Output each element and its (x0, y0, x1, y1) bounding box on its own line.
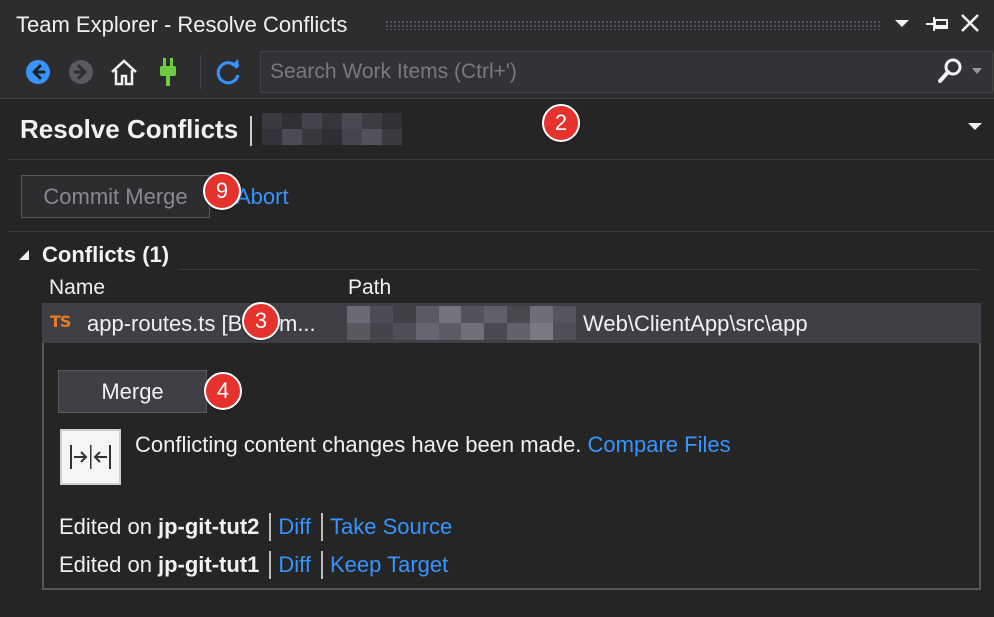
divider (8, 159, 994, 160)
edit-row-target: Edited on jp-git-tut1 Diff Keep Target (59, 551, 448, 579)
page-title: Resolve Conflicts (20, 114, 239, 144)
redacted-path-prefix (347, 306, 576, 340)
toolbar-separator (200, 55, 201, 89)
search-input[interactable] (261, 52, 921, 92)
search-options-chevron-icon[interactable] (970, 64, 984, 78)
compare-files-link[interactable]: Compare Files (588, 432, 731, 457)
title-grip[interactable] (385, 20, 880, 30)
edit-row-source: Edited on jp-git-tut2 Diff Take Source (59, 513, 452, 541)
callout-badge-2: 2 (542, 104, 580, 142)
abort-link[interactable]: Abort (236, 184, 289, 210)
divider (0, 98, 994, 99)
refresh-icon[interactable] (214, 55, 244, 89)
column-header-path[interactable]: Path (348, 276, 391, 300)
separator (269, 513, 272, 541)
separator (269, 551, 272, 579)
merge-conflict-icon (60, 429, 121, 485)
back-arrow-icon[interactable] (23, 55, 53, 89)
close-icon[interactable] (957, 10, 983, 36)
divider (8, 231, 994, 232)
redacted-repository-name (262, 113, 402, 145)
edited-on-label: Edited on (59, 514, 152, 539)
merge-button[interactable]: Merge (58, 370, 207, 413)
commit-merge-button[interactable]: Commit Merge (21, 175, 210, 218)
edited-on-label: Edited on (59, 552, 152, 577)
divider (178, 269, 980, 270)
separator (320, 513, 323, 541)
callout-badge-9: 9 (203, 172, 241, 210)
column-header-name[interactable]: Name (49, 276, 105, 300)
typescript-file-icon: TS (50, 312, 71, 331)
conflict-file-name[interactable]: app-routes.ts [Both m... (87, 311, 316, 337)
title-separator (250, 116, 252, 146)
window-dropdown-icon[interactable] (891, 10, 913, 36)
window-title: Team Explorer - Resolve Conflicts (16, 12, 348, 37)
separator (320, 551, 323, 579)
page-menu-chevron-icon[interactable] (965, 118, 985, 134)
collapse-triangle-icon[interactable] (17, 248, 31, 262)
target-branch-name: jp-git-tut1 (157, 552, 260, 577)
conflict-message-text: Conflicting content changes have been ma… (135, 432, 582, 457)
conflict-message: Conflicting content changes have been ma… (135, 432, 731, 458)
callout-badge-3: 3 (242, 302, 280, 340)
home-icon[interactable] (109, 55, 139, 89)
keep-target-link[interactable]: Keep Target (330, 552, 448, 578)
forward-arrow-icon[interactable] (66, 55, 96, 89)
bottom-area (0, 601, 994, 617)
conflict-file-path: Web\ClientApp\src\app (583, 311, 808, 336)
source-branch-name: jp-git-tut2 (157, 514, 260, 539)
conflicts-section-heading[interactable]: Conflicts (1) (42, 242, 169, 268)
plug-icon[interactable] (153, 55, 183, 89)
search-box[interactable] (260, 51, 993, 93)
callout-badge-4: 4 (204, 372, 242, 410)
pin-icon[interactable] (924, 12, 950, 36)
source-diff-link[interactable]: Diff (278, 514, 311, 540)
search-icon[interactable] (935, 56, 965, 86)
target-diff-link[interactable]: Diff (278, 552, 311, 578)
take-source-link[interactable]: Take Source (330, 514, 452, 540)
